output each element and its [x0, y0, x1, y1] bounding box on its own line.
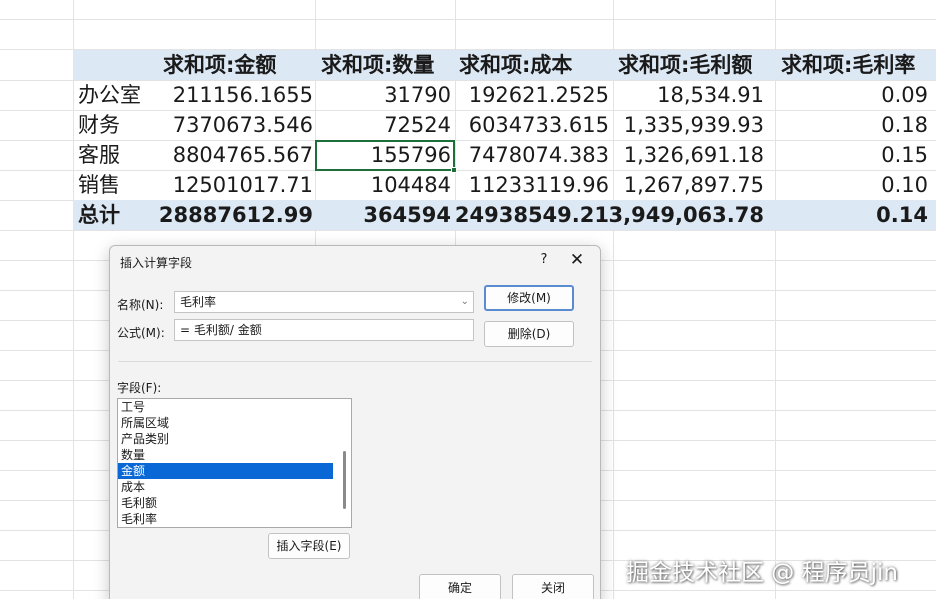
- field-item[interactable]: 数量: [118, 447, 333, 463]
- grid-line: [0, 230, 936, 231]
- pivot-header-row: 求和项:金额 求和项:数量 求和项:成本 求和项:毛利额 求和项:毛利率: [73, 50, 936, 80]
- cell-quantity[interactable]: 104484: [371, 170, 451, 200]
- pivot-row: 客服 8804765.567 155796 7478074.383 1,326,…: [73, 140, 936, 170]
- pivot-header-quantity[interactable]: 求和项:数量: [321, 50, 434, 80]
- formula-input[interactable]: = 毛利额/ 金额: [174, 319, 474, 341]
- cell-amount[interactable]: 211156.1655: [173, 80, 313, 110]
- cell-gross-profit[interactable]: 18,534.91: [657, 80, 764, 110]
- pivot-row: 财务 7370673.546 72524 6034733.615 1,335,9…: [73, 110, 936, 140]
- pivot-header-cost[interactable]: 求和项:成本: [459, 50, 572, 80]
- close-button[interactable]: 关闭: [512, 574, 594, 599]
- grid-line: [0, 19, 936, 20]
- field-item[interactable]: 毛利率: [118, 511, 333, 527]
- ok-button[interactable]: 确定: [419, 574, 501, 599]
- pivot-total-row: 总计 28887612.99 364594 24938549.21 3,949,…: [73, 200, 936, 230]
- total-gross-profit[interactable]: 3,949,063.78: [609, 200, 764, 230]
- insert-field-button[interactable]: 插入字段(E): [268, 533, 350, 559]
- modify-button[interactable]: 修改(M): [484, 285, 574, 311]
- close-icon[interactable]: ✕: [566, 250, 588, 272]
- cell-amount[interactable]: 8804765.567: [173, 140, 313, 170]
- cell-gross-profit[interactable]: 1,335,939.93: [624, 110, 764, 140]
- fields-listbox[interactable]: 工号 所属区域 产品类别 数量 金额 成本 毛利额 毛利率: [117, 398, 352, 528]
- cell-cost[interactable]: 192621.2525: [469, 80, 609, 110]
- field-item[interactable]: 产品类别: [118, 431, 333, 447]
- pivot-header-gross-profit[interactable]: 求和项:毛利额: [618, 50, 752, 80]
- total-quantity[interactable]: 364594: [363, 200, 451, 230]
- name-combobox[interactable]: 毛利率 ⌄: [174, 291, 474, 313]
- cell-quantity[interactable]: 72524: [384, 110, 451, 140]
- divider: [118, 361, 592, 362]
- row-label[interactable]: 财务: [78, 110, 120, 140]
- pivot-header-amount[interactable]: 求和项:金额: [163, 50, 276, 80]
- watermark: 掘金技术社区 @ 程序员jin: [626, 560, 898, 586]
- row-label[interactable]: 办公室: [78, 80, 141, 110]
- cell-cost[interactable]: 7478074.383: [469, 140, 609, 170]
- field-item[interactable]: 毛利额: [118, 495, 333, 511]
- field-item[interactable]: 工号: [118, 399, 333, 415]
- field-item-selected[interactable]: 金额: [118, 463, 333, 479]
- cell-amount[interactable]: 12501017.71: [173, 170, 313, 200]
- formula-label: 公式(M):: [117, 326, 165, 340]
- cell-cost[interactable]: 11233119.96: [469, 170, 609, 200]
- cell-gross-margin[interactable]: 0.10: [881, 170, 928, 200]
- cell-amount[interactable]: 7370673.546: [173, 110, 313, 140]
- cell-gross-profit[interactable]: 1,326,691.18: [624, 140, 764, 170]
- fill-handle[interactable]: [451, 167, 457, 173]
- insert-calculated-field-dialog: 插入计算字段 ? ✕ 名称(N): 毛利率 ⌄ 修改(M) 公式(M): = 毛…: [109, 245, 601, 599]
- fields-label: 字段(F):: [117, 381, 162, 395]
- cell-gross-margin[interactable]: 0.09: [881, 80, 928, 110]
- total-gross-margin[interactable]: 0.14: [876, 200, 928, 230]
- delete-button[interactable]: 删除(D): [484, 321, 574, 347]
- pivot-row: 办公室 211156.1655 31790 192621.2525 18,534…: [73, 80, 936, 110]
- dialog-title: 插入计算字段: [120, 256, 193, 270]
- pivot-row: 销售 12501017.71 104484 11233119.96 1,267,…: [73, 170, 936, 200]
- chevron-down-icon[interactable]: ⌄: [461, 292, 469, 312]
- total-cost[interactable]: 24938549.21: [455, 200, 609, 230]
- active-cell-border: [315, 140, 455, 171]
- total-amount[interactable]: 28887612.99: [159, 200, 313, 230]
- cell-gross-margin[interactable]: 0.15: [881, 140, 928, 170]
- pivot-header-gross-margin[interactable]: 求和项:毛利率: [781, 50, 915, 80]
- field-item[interactable]: 成本: [118, 479, 333, 495]
- name-value: 毛利率: [180, 295, 217, 309]
- cell-gross-margin[interactable]: 0.18: [881, 110, 928, 140]
- name-label: 名称(N):: [117, 298, 164, 312]
- cell-quantity[interactable]: 31790: [384, 80, 451, 110]
- field-item[interactable]: 所属区域: [118, 415, 333, 431]
- row-label[interactable]: 客服: [78, 140, 120, 170]
- cell-cost[interactable]: 6034733.615: [469, 110, 609, 140]
- listbox-scrollbar[interactable]: [343, 451, 346, 509]
- row-label[interactable]: 销售: [78, 170, 120, 200]
- help-button[interactable]: ?: [534, 252, 554, 272]
- cell-gross-profit[interactable]: 1,267,897.75: [624, 170, 764, 200]
- total-label[interactable]: 总计: [78, 200, 120, 230]
